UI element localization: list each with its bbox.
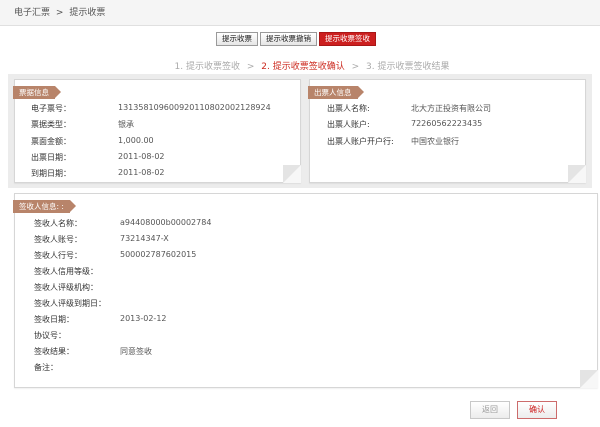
bill-info-row: 出票日期： (31, 152, 71, 163)
tab-prompt-receive-sign[interactable]: 提示收票签收 (319, 32, 376, 46)
signer-info-title: 签收人信息: : (13, 200, 76, 213)
signer-rating-expiry-label: 签收人评级到期日： (34, 299, 106, 308)
signer-info-row: 签收人评级到期日： (34, 298, 106, 309)
due-date-label: 到期日期： (31, 169, 71, 178)
breadcrumb-current: 提示收票 (69, 8, 106, 18)
drawer-info-title: 出票人信息 (308, 86, 363, 99)
step-3: 3. 提示收票签收结果 (366, 62, 450, 72)
drawer-account-label: 出票人账户: (327, 120, 370, 129)
page-fold-corner (283, 165, 301, 183)
bill-type-label: 票据类型： (31, 120, 71, 129)
signer-info-row: 签收人名称： (34, 218, 82, 229)
tab-prompt-receive-revoke[interactable]: 提示收票撤销 (260, 32, 317, 46)
signer-credit-level-label: 签收人信用等级： (34, 267, 98, 276)
drawer-account-value: 72260562223435 (411, 119, 483, 128)
signer-bank-code-value: 500002787602015 (120, 250, 197, 259)
bill-info-row: 到期日期： (31, 168, 71, 179)
drawer-info-row: 出票人账户: (327, 119, 370, 130)
signer-info-row: 备注： (34, 362, 58, 373)
drawer-bank-value: 中国农业银行 (411, 137, 459, 146)
signer-info-panel: 签收人信息: : 签收人名称： a94408000b00002784 签收人账号… (13, 193, 598, 388)
signer-bank-code-label: 签收人行号： (34, 251, 82, 260)
signer-info-row: 签收人信用等级： (34, 266, 98, 277)
breadcrumb-root[interactable]: 电子汇票 (14, 8, 50, 18)
signer-name-label: 签收人名称： (34, 219, 82, 228)
drawer-info-panel: 出票人信息 出票人名称: 北大方正投资有限公司 出票人账户: 722605622… (308, 79, 586, 183)
sign-date-label: 签收日期： (34, 315, 74, 324)
bill-info-row: 票据类型： (31, 119, 71, 130)
step-1: 1. 提示收票签收 (174, 62, 240, 72)
issue-date-value: 2011-08-02 (118, 152, 165, 161)
tab-bar: 提示收票 提示收票撤销 提示收票签收 (216, 32, 378, 46)
signer-account-value: 73214347-X (120, 234, 169, 243)
breadcrumb-separator: > (55, 8, 64, 18)
sign-result-label: 签收结果： (34, 347, 74, 356)
drawer-info-row: 出票人账户开户行: (327, 136, 394, 147)
back-button[interactable]: 返回 (470, 401, 510, 419)
signer-rating-agency-label: 签收人评级机构： (34, 283, 98, 292)
drawer-name-value: 北大方正投资有限公司 (411, 104, 491, 113)
breadcrumb: 电子汇票 > 提示收票 (0, 0, 600, 26)
bill-info-panel: 票据信息 电子票号： 13135810960092011080200212892… (13, 79, 301, 183)
page-fold-corner (568, 165, 586, 183)
signer-info-row: 签收人评级机构： (34, 282, 98, 293)
issue-date-label: 出票日期： (31, 153, 71, 162)
bill-info-row: 票面金额： (31, 136, 71, 147)
signer-info-row: 协议号： (34, 330, 66, 341)
sign-result-value: 同意签收 (120, 347, 152, 356)
drawer-name-label: 出票人名称: (327, 104, 370, 113)
due-date-value: 2011-08-02 (118, 168, 165, 177)
signer-account-label: 签收人账号： (34, 235, 82, 244)
bill-amount-label: 票面金额： (31, 137, 71, 146)
bill-amount-value: 1,000.00 (118, 136, 154, 145)
bill-info-title: 票据信息 (13, 86, 61, 99)
signer-info-row: 签收结果： (34, 346, 74, 357)
drawer-bank-label: 出票人账户开户行: (327, 137, 394, 146)
step-2-current: 2. 提示收票签收确认 (261, 62, 345, 72)
step-separator: > (246, 62, 255, 72)
drawer-info-row: 出票人名称: (327, 103, 370, 114)
agreement-number-label: 协议号： (34, 331, 66, 340)
signer-info-row: 签收人行号： (34, 250, 82, 261)
bill-number-value: 131358109600920110802002128924 (118, 103, 271, 112)
signer-info-row: 签收日期： (34, 314, 74, 325)
tab-prompt-receive[interactable]: 提示收票 (216, 32, 258, 46)
sign-date-value: 2013-02-12 (120, 314, 167, 323)
remark-label: 备注： (34, 363, 58, 372)
step-indicator: 1. 提示收票签收 > 2. 提示收票签收确认 > 3. 提示收票签收结果 (0, 59, 600, 72)
step-separator: > (351, 62, 360, 72)
confirm-button[interactable]: 确认 (517, 401, 557, 419)
bill-number-label: 电子票号： (31, 104, 71, 113)
bill-type-value: 银承 (118, 120, 134, 129)
bill-info-row: 电子票号： (31, 103, 71, 114)
page-fold-corner (580, 370, 598, 388)
signer-info-row: 签收人账号： (34, 234, 82, 245)
signer-name-value: a94408000b00002784 (120, 218, 212, 227)
